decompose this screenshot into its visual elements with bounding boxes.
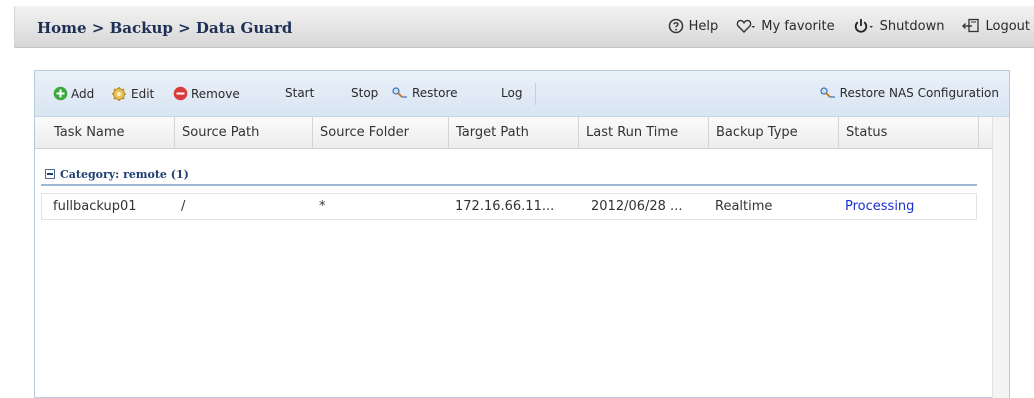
toolbar: Add Edit Remove Start Stop Restore Log R… (35, 71, 1009, 117)
column-header-last-run-time[interactable]: Last Run Time (579, 117, 709, 149)
collapse-toggle-icon[interactable] (45, 169, 55, 179)
logout-label: Logout (985, 18, 1030, 34)
edit-label: Edit (131, 86, 155, 101)
cell-last-run-time: 2012/06/28 ... (591, 199, 683, 214)
restore-button[interactable]: Restore (391, 86, 458, 100)
power-icon (854, 19, 873, 33)
restore-nas-label: Restore NAS Configuration (839, 86, 999, 100)
add-label: Add (71, 86, 95, 101)
cell-task-name: fullbackup01 (53, 199, 137, 214)
table-header: Task Name Source Path Source Folder Targ… (35, 117, 1009, 149)
edit-gear-icon (112, 87, 126, 101)
edit-button[interactable]: Edit (111, 86, 154, 101)
column-header-source-path[interactable]: Source Path (175, 117, 313, 149)
toolbar-separator (535, 83, 536, 105)
logout-link[interactable]: Logout (962, 18, 1030, 34)
cell-backup-type: Realtime (715, 199, 773, 214)
shutdown-link[interactable]: Shutdown (853, 18, 945, 34)
restore-nas-configuration-button[interactable]: Restore NAS Configuration (819, 86, 999, 100)
remove-label: Remove (191, 86, 240, 101)
my-favorite-label: My favorite (761, 18, 835, 34)
help-link[interactable]: Help (668, 18, 719, 34)
remove-button[interactable]: Remove (173, 86, 240, 101)
heart-icon (736, 19, 756, 33)
help-circle-icon (668, 18, 683, 34)
log-button[interactable]: Log (501, 86, 522, 100)
column-header-backup-type[interactable]: Backup Type (709, 117, 839, 149)
column-header-status[interactable]: Status (839, 117, 979, 149)
logout-icon (962, 18, 980, 33)
breadcrumb: Home > Backup > Data Guard (37, 19, 293, 37)
table-row[interactable]: fullbackup01 / * 172.16.66.11... 2012/06… (41, 193, 977, 220)
column-header-task-name[interactable]: Task Name (47, 117, 175, 149)
vertical-scrollbar[interactable] (992, 117, 1009, 398)
restore-nas-search-icon (820, 87, 835, 98)
start-button[interactable]: Start (285, 86, 314, 100)
add-button[interactable]: Add (53, 86, 94, 101)
top-header-bar: Home > Backup > Data Guard Help My favor… (14, 6, 1034, 48)
my-favorite-link[interactable]: My favorite (736, 18, 835, 34)
cell-status: Processing (845, 199, 915, 214)
data-guard-panel: Add Edit Remove Start Stop Restore Log R… (34, 70, 1010, 398)
top-nav: Help My favorite Shutdown Logout (650, 18, 1030, 34)
add-icon (53, 86, 68, 101)
cell-target-path: 172.16.66.11... (455, 199, 555, 214)
stop-label: Stop (351, 86, 379, 100)
group-row-category-remote[interactable]: Category: remote (1) (41, 164, 977, 186)
stop-button[interactable]: Stop (351, 86, 378, 100)
column-header-source-folder[interactable]: Source Folder (313, 117, 449, 149)
shutdown-label: Shutdown (879, 18, 945, 34)
start-label: Start (285, 86, 315, 100)
cell-source-path: / (181, 199, 186, 214)
remove-icon (173, 86, 188, 101)
cell-source-folder: * (319, 199, 326, 214)
group-label: Category: remote (1) (60, 167, 189, 181)
restore-search-icon (392, 87, 407, 98)
log-label: Log (501, 86, 523, 100)
help-label: Help (688, 18, 719, 34)
restore-label: Restore (412, 86, 458, 100)
column-header-target-path[interactable]: Target Path (449, 117, 579, 149)
